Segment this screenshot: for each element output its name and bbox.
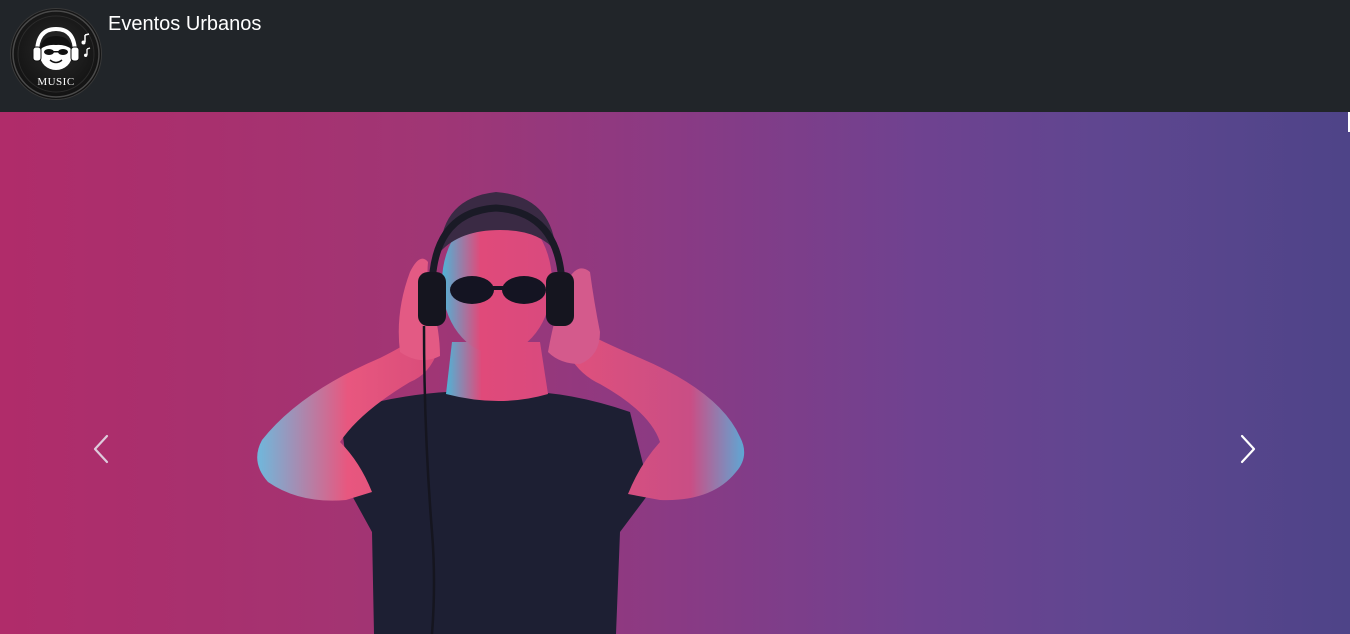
carousel-prev-button[interactable] xyxy=(80,424,120,474)
navbar: MUSIC Eventos Urbanos xyxy=(0,0,1350,112)
chevron-right-icon xyxy=(1240,434,1256,464)
hero-carousel xyxy=(0,112,1350,634)
chevron-left-icon xyxy=(93,434,109,464)
slide-image xyxy=(257,192,745,634)
carousel-next-button[interactable] xyxy=(1228,424,1268,474)
logo-text: MUSIC xyxy=(37,76,75,88)
brand-title[interactable]: Eventos Urbanos xyxy=(108,12,261,36)
music-logo[interactable]: MUSIC xyxy=(11,9,101,99)
